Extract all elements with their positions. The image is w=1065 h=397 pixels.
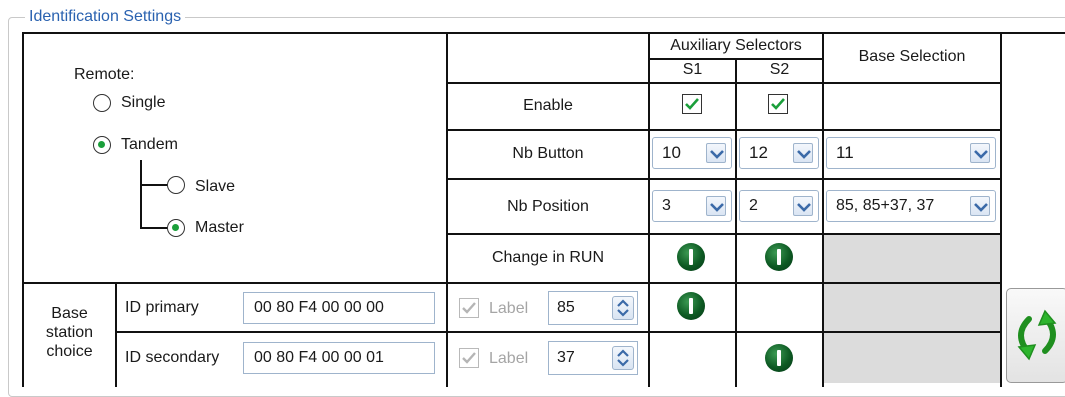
secondary-label-text: Label — [489, 350, 529, 367]
chevron-down-icon[interactable] — [793, 196, 813, 216]
radio-master[interactable] — [167, 219, 185, 237]
s1-nb-position-value: 3 — [662, 197, 671, 214]
group-title: Identification Settings — [25, 8, 186, 26]
s2-header: S2 — [769, 61, 790, 78]
chevron-down-icon[interactable] — [970, 143, 990, 163]
check-icon — [462, 302, 476, 314]
secondary-spinner-value: 37 — [557, 349, 575, 366]
radio-tandem[interactable] — [93, 136, 111, 154]
base-selection-disabled-cell — [824, 284, 1000, 331]
primary-label-text: Label — [489, 300, 529, 317]
radio-master-label[interactable]: Master — [195, 218, 244, 238]
s1-nb-button-select[interactable]: 10 — [652, 137, 732, 169]
base-nb-position-select[interactable]: 85, 85+37, 37 — [826, 190, 996, 222]
s2-nb-button-select[interactable]: 12 — [739, 137, 819, 169]
chevron-down-icon[interactable] — [793, 143, 813, 163]
radio-tandem-label[interactable]: Tandem — [121, 135, 178, 155]
chevron-down-icon[interactable] — [970, 196, 990, 216]
id-secondary-input[interactable]: 00 80 F4 00 00 01 — [243, 342, 435, 374]
s1-header: S1 — [682, 61, 703, 78]
base-nb-position-value: 85, 85+37, 37 — [836, 197, 935, 214]
refresh-arrows-icon — [1017, 309, 1057, 361]
base-station-choice-label: Base station choice — [45, 305, 94, 360]
s2-enable-checkbox[interactable] — [768, 94, 788, 114]
id-primary-value: 00 80 F4 00 00 00 — [254, 299, 384, 316]
spinner-arrows-icon[interactable] — [612, 296, 634, 320]
chevron-down-icon[interactable] — [706, 196, 726, 216]
id-secondary-label: ID secondary — [125, 349, 220, 366]
id-secondary-value: 00 80 F4 00 00 01 — [254, 349, 384, 366]
s2-nb-button-value: 12 — [749, 143, 768, 162]
radio-single-label[interactable]: Single — [121, 93, 165, 113]
base-nb-button-value: 11 — [836, 143, 854, 162]
check-icon — [462, 352, 476, 364]
primary-label-spinner[interactable]: 85 — [548, 291, 638, 325]
s2-nb-position-select[interactable]: 2 — [739, 190, 819, 222]
primary-label-checkbox[interactable] — [459, 298, 479, 318]
s1-enable-checkbox[interactable] — [682, 94, 702, 114]
base-selection-disabled-cell — [824, 235, 1000, 282]
auxiliary-selectors-header: Auxiliary Selectors — [670, 37, 802, 54]
id-primary-input[interactable]: 00 80 F4 00 00 00 — [243, 292, 435, 324]
remote-label: Remote: — [74, 66, 135, 83]
s2-change-in-run-power-icon[interactable] — [765, 243, 793, 271]
id-primary-label: ID primary — [125, 299, 199, 316]
primary-spinner-value: 85 — [557, 299, 575, 316]
s1-nb-position-select[interactable]: 3 — [652, 190, 732, 222]
base-selection-header: Base Selection — [858, 48, 966, 65]
check-icon — [685, 98, 699, 110]
change-in-run-row-label: Change in RUN — [491, 249, 605, 266]
radio-slave[interactable] — [167, 176, 185, 194]
radio-slave-label[interactable]: Slave — [195, 177, 235, 197]
s1-nb-button-value: 10 — [662, 143, 681, 162]
s1-change-in-run-power-icon[interactable] — [677, 243, 705, 271]
nb-position-row-label: Nb Position — [507, 198, 589, 215]
enable-row-label: Enable — [523, 97, 573, 114]
s2-nb-position-value: 2 — [749, 197, 758, 214]
secondary-label-spinner[interactable]: 37 — [548, 341, 638, 375]
refresh-button[interactable] — [1006, 288, 1065, 383]
secondary-s2-power-icon[interactable] — [765, 344, 793, 372]
spinner-arrows-icon[interactable] — [612, 346, 634, 370]
chevron-down-icon[interactable] — [706, 143, 726, 163]
secondary-label-checkbox[interactable] — [459, 348, 479, 368]
check-icon — [771, 98, 785, 110]
radio-single[interactable] — [93, 94, 111, 112]
base-selection-disabled-cell — [824, 333, 1000, 383]
base-nb-button-select[interactable]: 11 — [826, 137, 996, 169]
primary-s1-power-icon[interactable] — [677, 292, 705, 320]
nb-button-row-label: Nb Button — [512, 145, 584, 162]
